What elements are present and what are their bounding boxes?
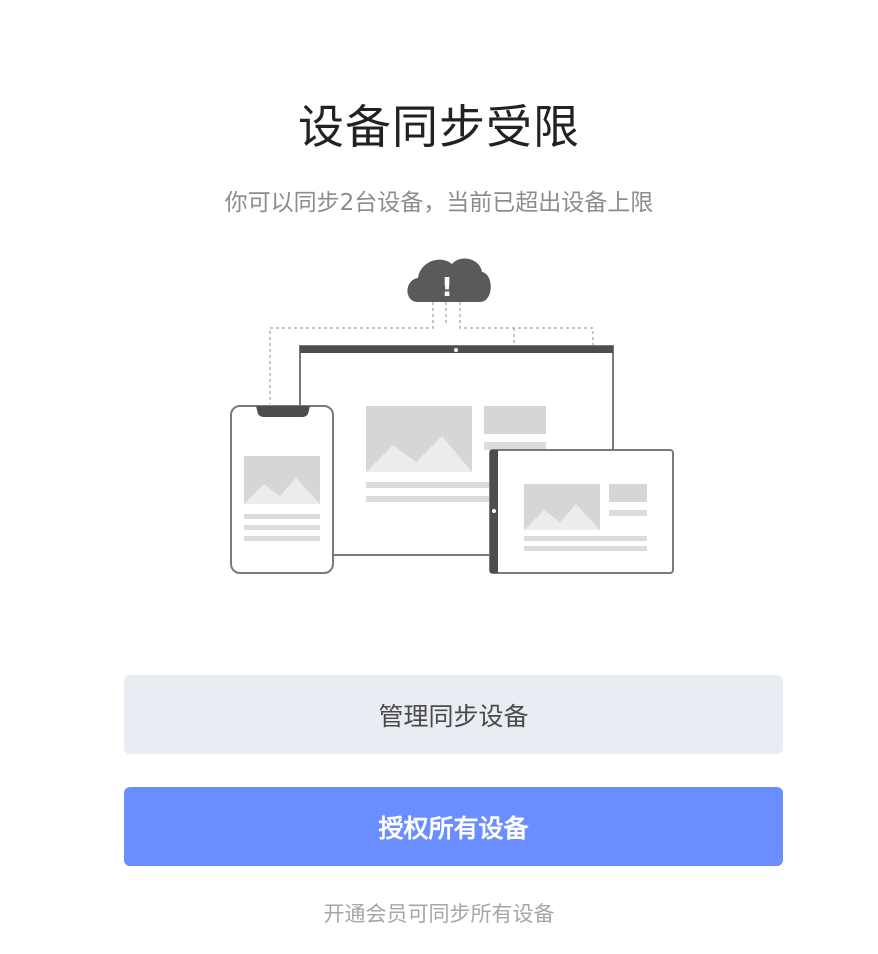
manage-sync-devices-label: 管理同步设备 [378,701,529,731]
phone-icon [230,405,334,574]
manage-sync-devices-button[interactable]: 管理同步设备 [124,675,783,754]
cloud-warning-mark: ! [441,273,453,303]
dialog-title: 设备同步受限 [298,100,580,154]
authorize-all-devices-label: 授权所有设备 [378,813,529,843]
vip-upgrade-hint[interactable]: 开通会员可同步所有设备 [0,897,878,931]
cloud-warning-icon: ! [407,258,491,303]
sync-limit-dialog: 设备同步受限 你可以同步2台设备，当前已超出设备上限 ! 管理同步设备 授权所有… [0,0,878,954]
authorize-all-devices-button[interactable]: 授权所有设备 [124,787,783,866]
tablet-icon [489,449,674,574]
dialog-subtitle: 你可以同步2台设备，当前已超出设备上限 [224,190,654,216]
device-sync-illustration: ! [230,258,674,574]
